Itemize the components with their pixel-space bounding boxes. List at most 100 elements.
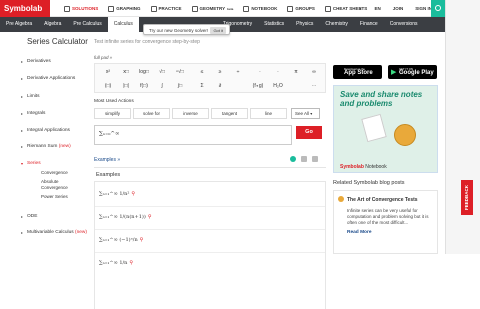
subnav-algebra[interactable]: Algebra <box>38 17 67 32</box>
sidebar-item-derivative-applications[interactable]: Derivative Applications <box>21 76 75 81</box>
sidebar-item-integral-applications[interactable]: Integral Applications <box>21 128 70 133</box>
solve-for-button[interactable]: solve for <box>133 108 170 119</box>
notebook-ad[interactable]: Save and share notes and problems Symbol… <box>333 85 438 173</box>
ad-brand: Symbolab Notebook <box>340 164 387 170</box>
sidebar-item-ode[interactable]: ODE <box>21 214 38 219</box>
key-compose[interactable]: (f∘g) <box>247 80 269 92</box>
sidebar-item-integrals[interactable]: Integrals <box>21 111 46 116</box>
key-infinity[interactable]: ∞ <box>305 66 323 78</box>
subnav-finance[interactable]: Finance <box>354 17 384 32</box>
sidebar-item-limits[interactable]: Limits <box>21 94 39 99</box>
page-title: Series Calculator <box>27 37 88 46</box>
key-power[interactable]: x□ <box>117 66 135 78</box>
sidebar-item-derivatives[interactable]: Derivatives <box>21 59 51 64</box>
app-store-button[interactable]: Download on the App Store <box>333 65 382 79</box>
dark-mode-icon[interactable]: ◐ <box>360 6 363 11</box>
examples-link[interactable]: Examples » <box>94 157 120 163</box>
blog-title[interactable]: The Art of Convergence Tests <box>347 197 418 203</box>
subnav-calculus[interactable]: Calculus <box>107 17 139 32</box>
key-function[interactable]: f(□) <box>135 80 153 92</box>
divider <box>94 167 326 168</box>
join-link[interactable]: JOIN <box>393 6 404 11</box>
example-row[interactable]: ∑ₙ₌₁^∞ 1/n ⚲ <box>99 260 133 266</box>
example-row[interactable]: ∑ₙ₌₁^∞ (−1)ⁿ/n ⚲ <box>99 237 143 243</box>
cheat-sheets-icon <box>324 5 331 12</box>
key-dot[interactable]: · <box>251 66 269 78</box>
blog-card[interactable]: The Art of Convergence Tests Infinite se… <box>333 190 438 254</box>
sidebar-item-series[interactable]: Series <box>21 161 40 166</box>
sidebar-sub-power-series[interactable]: Power Series <box>41 194 68 199</box>
key-parens[interactable]: (□) <box>99 80 117 92</box>
divider <box>95 252 325 253</box>
key-def-integral[interactable]: ∫□ <box>171 80 189 92</box>
subnav-physics[interactable]: Physics <box>290 17 319 32</box>
examples-box: ∑ₙ₌₁^∞ 1/n² ⚲ ∑ₙ₌₁^∞ 1/(n(n+1)) ⚲ ∑ₙ₌₁^∞ (… <box>94 181 326 309</box>
key-log[interactable]: log□ <box>135 66 153 78</box>
simplify-button[interactable]: simplify <box>94 108 131 119</box>
key-leq[interactable]: ≤ <box>193 66 211 78</box>
chevron-down-icon: ▾ <box>310 111 313 116</box>
key-abs[interactable]: |□| <box>117 80 135 92</box>
nav-geometry[interactable]: GEOMETRY beta <box>191 5 234 12</box>
beta-badge: beta <box>227 6 234 11</box>
google-play-button[interactable]: ▶ GET IT ON Google Play <box>388 65 437 79</box>
mascot-illustration <box>394 124 416 146</box>
language-selector[interactable]: EN <box>374 6 380 11</box>
related-posts-heading: Related Symbolab blog posts <box>333 180 405 186</box>
key-sum[interactable]: Σ <box>193 80 211 92</box>
key-square[interactable]: x² <box>99 66 117 78</box>
key-sqrt[interactable]: √□ <box>153 66 171 78</box>
nav-groups[interactable]: GROUPS <box>287 5 315 12</box>
see-all-select[interactable]: See All ▾ <box>291 108 320 119</box>
key-partial[interactable]: ∂ <box>211 80 229 92</box>
key-integral[interactable]: ∫ <box>153 80 171 92</box>
example-row[interactable]: ∑ₙ₌₁^∞ 1/(n(n+1)) ⚲ <box>99 214 151 220</box>
key-pi[interactable]: π <box>287 66 305 78</box>
magnifier-icon: ⚲ <box>129 260 134 266</box>
sign-in-link[interactable]: SIGN IN <box>415 6 432 11</box>
sidebar-sub-absolute-convergence[interactable]: Absolute Convergence <box>41 179 81 190</box>
groups-icon <box>287 5 294 12</box>
search-button[interactable] <box>431 0 445 17</box>
subnav-pre-algebra[interactable]: Pre Algebra <box>0 17 38 32</box>
play-icon: ▶ <box>391 69 397 76</box>
save-icon[interactable] <box>312 156 318 162</box>
go-button[interactable]: Go <box>296 126 322 139</box>
print-icon[interactable] <box>301 156 307 162</box>
inverse-button[interactable]: inverse <box>172 108 209 119</box>
subnav-chemistry[interactable]: Chemistry <box>319 17 354 32</box>
sidebar-item-multivariable-calculus[interactable]: Multivariable Calculus (new) <box>21 230 87 236</box>
sidebar-sub-convergence[interactable]: Convergence <box>41 170 68 175</box>
expression-input[interactable]: ∑ₙ₌₀^∞ <box>94 125 292 145</box>
share-icon[interactable] <box>290 156 296 162</box>
key-dot2[interactable]: · <box>269 66 287 78</box>
nav-practice[interactable]: PRACTICE <box>150 5 182 12</box>
key-divide[interactable]: ÷ <box>229 66 247 78</box>
symbolab-logo[interactable]: Symbolab <box>0 0 50 17</box>
nav-notebook[interactable]: NOTEBOOK <box>243 5 277 12</box>
example-row[interactable]: ∑ₙ₌₁^∞ 1/n² ⚲ <box>99 191 135 197</box>
subnav-statistics[interactable]: Statistics <box>258 17 290 32</box>
practice-icon <box>150 5 157 12</box>
magnifier-icon: ⚲ <box>139 237 144 243</box>
math-keypad: x² x□ log□ √□ ⁿ√□ ≤ ≥ ÷ · · π ∞ (□) |□| … <box>94 63 326 93</box>
got-it-button[interactable]: Got it <box>210 27 226 34</box>
key-geq[interactable]: ≥ <box>211 66 229 78</box>
subnav-conversions[interactable]: Conversions <box>384 17 424 32</box>
feedback-tab[interactable]: FEEDBACK <box>461 180 473 215</box>
page-scrollbar[interactable] <box>445 0 480 254</box>
subnav-pre-calculus[interactable]: Pre Calculus <box>67 17 107 32</box>
line-button[interactable]: line <box>250 108 287 119</box>
page-subtitle: Test infinite series for convergence ste… <box>94 39 200 45</box>
key-chem[interactable]: H₂O <box>269 80 287 92</box>
sidebar-item-riemann-sum[interactable]: Riemann Sum (new) <box>21 144 71 149</box>
notebook-icon <box>243 5 250 12</box>
nav-graphing[interactable]: GRAPHING <box>108 5 141 12</box>
read-more-link[interactable]: Read More <box>347 230 372 235</box>
divider <box>95 229 325 230</box>
key-more[interactable]: ⋯ <box>305 80 323 92</box>
tangent-button[interactable]: tangent <box>211 108 248 119</box>
full-pad-link[interactable]: full pad » <box>94 55 112 60</box>
nav-solutions[interactable]: SOLUTIONS <box>64 5 98 12</box>
key-nthroot[interactable]: ⁿ√□ <box>171 66 189 78</box>
